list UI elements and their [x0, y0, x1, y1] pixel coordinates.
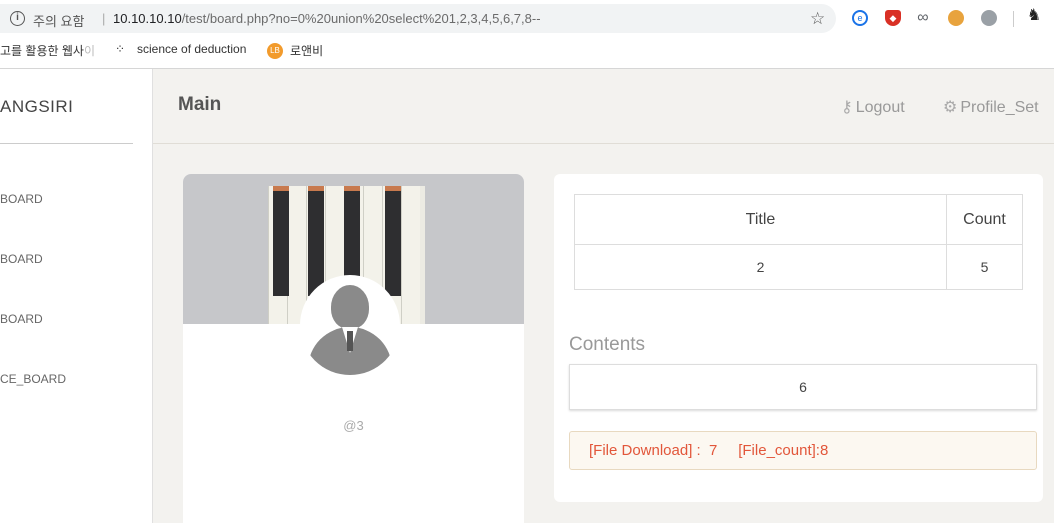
bookmark-item[interactable]: 고를 활용한 웹사이 [0, 42, 95, 59]
gear-icon: ⚙ [943, 99, 958, 116]
header-divider [153, 143, 1054, 144]
file-download-info[interactable]: [File Download] : 7 [File_count]:8 [569, 431, 1037, 470]
table-cell-count: 5 [946, 244, 1023, 290]
black-key [308, 186, 324, 296]
toolbar-divider [1013, 11, 1014, 27]
profile-handle: @3 [343, 418, 364, 433]
avatar-head [331, 285, 369, 329]
avatar-tie [347, 331, 353, 351]
profile-set-link[interactable]: ⚙ Profile_Set [943, 97, 1039, 117]
table-header-title: Title [574, 194, 947, 245]
lawnb-icon: LB [267, 43, 283, 59]
dots-icon: ⁘ [115, 42, 126, 56]
sidebar: ANGSIRI BOARD BOARD BOARD CE_BOARD [0, 69, 153, 523]
brand-divider [0, 143, 133, 144]
url-text[interactable]: 10.10.10.10/test/board.php?no=0%20union%… [113, 11, 541, 26]
avatar [300, 275, 400, 375]
profile-card: @3 [183, 174, 524, 523]
white-key [401, 186, 420, 324]
profile-set-label: Profile_Set [960, 99, 1039, 116]
sidebar-brand[interactable]: ANGSIRI [0, 97, 73, 117]
logout-label: Logout [855, 99, 905, 116]
post-card: Title Count 2 5 Contents 6 [File Downloa… [554, 174, 1043, 502]
address-separator: | [102, 11, 106, 26]
black-key [385, 186, 401, 296]
page-title: Main [178, 94, 222, 115]
info-icon[interactable]: i [10, 11, 25, 26]
black-key [273, 186, 289, 296]
table-header-count: Count [946, 194, 1023, 245]
post-info-table: Title Count 2 5 [574, 194, 1023, 290]
bookmarks-bar: 고를 활용한 웹사이 ⁘ science of deduction LB 로앤비 [0, 40, 1054, 60]
bookmark-label: 고를 활용한 웹사 [0, 44, 84, 58]
url-host: 10.10.10.10 [113, 11, 182, 26]
bookmark-label-fade: 이 [83, 44, 95, 58]
table-header-row: Title Count [574, 194, 1023, 245]
bookmark-star-icon[interactable]: ☆ [810, 9, 825, 29]
sidebar-item-board-4[interactable]: CE_BOARD [0, 372, 66, 386]
logout-link[interactable]: ⚷ Logout [841, 97, 905, 117]
white-key [287, 186, 306, 324]
sidebar-item-board-1[interactable]: BOARD [0, 192, 43, 206]
bookmark-item[interactable]: science of deduction [137, 42, 246, 56]
browser-chrome: i 주의 요함 | 10.10.10.10/test/board.php?no=… [0, 0, 1054, 69]
shield-extension-icon[interactable]: ◆ [885, 10, 901, 26]
key-icon: ⚷ [841, 99, 853, 116]
address-bar[interactable]: i 주의 요함 | 10.10.10.10/test/board.php?no=… [0, 4, 836, 33]
bookmark-item[interactable]: 로앤비 [290, 42, 323, 59]
contents-box: 6 [569, 364, 1037, 410]
contents-label: Contents [569, 334, 646, 355]
extension-icon[interactable]: e [852, 10, 868, 26]
sidebar-item-board-2[interactable]: BOARD [0, 252, 43, 266]
globe-extension-icon[interactable] [981, 10, 997, 26]
table-cell-title: 2 [574, 244, 947, 290]
profile-extension-icon[interactable]: ♞ [1026, 8, 1042, 24]
sidebar-item-board-3[interactable]: BOARD [0, 312, 43, 326]
security-label[interactable]: 주의 요함 [33, 11, 84, 30]
url-path: /test/board.php?no=0%20union%20select%20… [181, 11, 541, 26]
infinity-extension-icon[interactable]: ∞ [915, 10, 931, 26]
table-row: 2 5 [574, 244, 1023, 290]
cookie-extension-icon[interactable] [948, 10, 964, 26]
